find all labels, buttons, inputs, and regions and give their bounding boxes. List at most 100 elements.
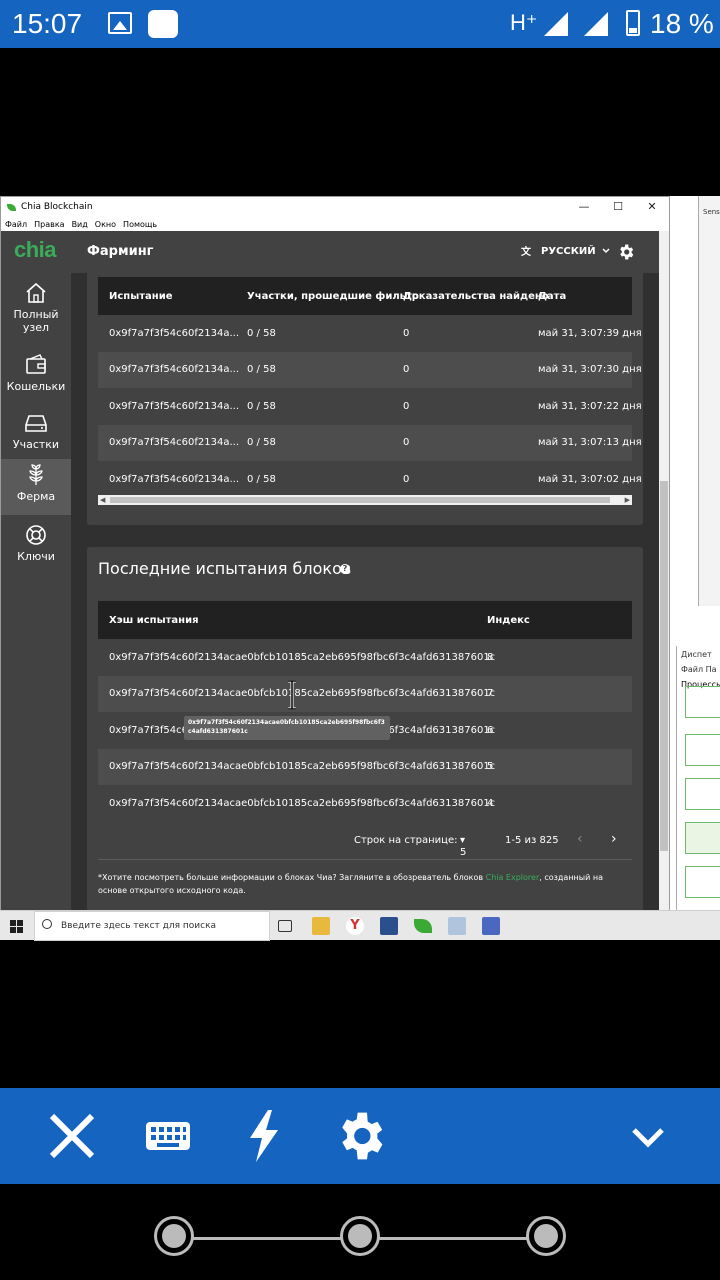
horizontal-scrollbar[interactable]: ◀ ▶: [98, 495, 632, 505]
lifebuoy-icon: [26, 525, 46, 545]
close-button[interactable]: ✕: [635, 197, 669, 217]
table-row: 0x9f7a7f3f54c60f2134acae0bfcb10185ca2eb6…: [98, 639, 632, 676]
chevron-down-icon[interactable]: [620, 1108, 676, 1164]
app-notification-icon: [148, 10, 178, 38]
remote-desktop: Sens Диспет Файл Па Процессы Chia Blockc…: [0, 196, 720, 941]
chia-window: Chia Blockchain — ☐ ✕ Файл Правка Вид Ок…: [0, 196, 670, 910]
sidebar-item-label: Ключи: [17, 550, 55, 563]
challenge-date: май 31, 3:07:30 дня: [538, 364, 642, 376]
sidebar-item-keys[interactable]: Ключи: [1, 523, 71, 579]
help-icon[interactable]: ?: [340, 564, 350, 574]
sidebar-item-wallets[interactable]: Кошельки: [1, 353, 71, 409]
challenges-table-header: Испытание Участки, прошедшие фильтр Дока…: [98, 277, 632, 315]
menu-help[interactable]: Помощь: [123, 220, 157, 229]
sidebar-item-full-node[interactable]: Полный узел: [1, 281, 71, 345]
app-icon[interactable]: [380, 917, 398, 935]
block-hash: 0x9f7a7f3f54c60f2134acae0bfcb10185ca2eb6…: [109, 761, 496, 773]
challenges-card: Испытание Участки, прошедшие фильтр Дока…: [87, 273, 643, 525]
storage-icon: [25, 415, 47, 432]
nav-recents-button[interactable]: [526, 1216, 566, 1256]
chia-logo: chia: [14, 237, 57, 262]
chevron-down-icon: [602, 248, 610, 254]
table-row: 0x9f7a7f3f54c60f2134acae0bfcb10185ca2eb6…: [98, 675, 632, 712]
rows-per-page-select[interactable]: 5 ▾: [460, 835, 466, 858]
svg-text:文: 文: [521, 245, 532, 257]
task-view-icon[interactable]: [278, 920, 292, 932]
next-page-icon[interactable]: ›: [611, 831, 617, 847]
side-window-label: Sens: [703, 208, 720, 216]
challenge-hash: 0x9f7a7f3f54c60f2134a...: [109, 400, 239, 412]
chia-leaf-icon: [7, 203, 16, 211]
search-icon: [42, 919, 52, 929]
minimize-button[interactable]: —: [567, 197, 601, 217]
side-window-sensors[interactable]: Sens: [698, 196, 720, 606]
plots-passed: 0 / 58: [247, 364, 276, 376]
prev-page-icon[interactable]: ‹: [577, 831, 583, 847]
nav-back-button[interactable]: [154, 1216, 194, 1256]
remote-toolbar: [0, 1088, 720, 1184]
challenge-date: май 31, 3:07:39 дня: [538, 327, 642, 339]
language-label: РУССКИЙ: [541, 245, 596, 257]
yandex-browser-icon[interactable]: Y: [346, 917, 364, 935]
keyboard-icon[interactable]: [140, 1108, 196, 1164]
lightning-icon[interactable]: [236, 1108, 292, 1164]
settings-icon[interactable]: [332, 1108, 388, 1164]
farm-content: Испытание Участки, прошедшие фильтр Дока…: [71, 273, 659, 910]
table-row: 0x9f7a7f3f54c60f2134acae0bfcb10185ca2eb6…: [98, 785, 632, 822]
page-title: Фарминг: [87, 244, 154, 259]
block-index: 6: [487, 724, 494, 736]
task-manager-title: Диспет: [681, 650, 712, 659]
page-range: 1-5 из 825: [505, 835, 559, 846]
nav-home-button[interactable]: [340, 1216, 380, 1256]
menu-file[interactable]: Файл: [5, 220, 27, 229]
signal-icon: [544, 12, 568, 36]
remote-app-icon[interactable]: [482, 917, 500, 935]
menu-edit[interactable]: Правка: [34, 220, 64, 229]
search-placeholder: Введите здесь текст для поиска: [61, 921, 217, 931]
table-row: 0x9f7a7f3f54c60f2134a... 0 / 58 0 май 31…: [98, 351, 642, 388]
task-manager-taskbar-icon[interactable]: [448, 917, 466, 935]
scrollbar-thumb[interactable]: [110, 497, 610, 503]
menu-bar: Файл Правка Вид Окно Помощь: [1, 217, 669, 231]
col-challenge: Испытание: [109, 290, 173, 302]
file-explorer-icon[interactable]: [312, 917, 330, 935]
window-title-bar[interactable]: Chia Blockchain — ☐ ✕: [1, 197, 669, 217]
challenge-hash: 0x9f7a7f3f54c60f2134a...: [109, 473, 239, 485]
chia-explorer-link[interactable]: Chia Explorer: [486, 873, 540, 882]
scroll-left-icon[interactable]: ◀: [100, 496, 105, 504]
proofs-found: 0: [403, 473, 410, 485]
close-icon[interactable]: [44, 1108, 100, 1164]
network-graph: [685, 822, 720, 854]
memory-graph: [685, 734, 720, 766]
vertical-scrollbar[interactable]: [659, 231, 669, 910]
scroll-right-icon[interactable]: ▶: [625, 496, 630, 504]
challenge-hash: 0x9f7a7f3f54c60f2134a...: [109, 364, 239, 376]
sidebar-item-label: Участки: [12, 438, 60, 451]
menu-view[interactable]: Вид: [72, 220, 88, 229]
menu-window[interactable]: Окно: [95, 220, 116, 229]
side-window-task-manager[interactable]: Диспет Файл Па Процессы: [676, 646, 720, 910]
block-index: 8: [487, 651, 494, 663]
settings-gear-icon[interactable]: [617, 243, 635, 261]
chia-taskbar-icon[interactable]: [414, 919, 432, 933]
maximize-button[interactable]: ☐: [601, 197, 635, 217]
challenge-hash: 0x9f7a7f3f54c60f2134a...: [109, 437, 239, 449]
scrollbar-thumb[interactable]: [660, 481, 668, 851]
gallery-notification-icon: [108, 12, 132, 34]
proofs-found: 0: [403, 364, 410, 376]
taskbar-search-input[interactable]: Введите здесь текст для поиска: [34, 911, 270, 941]
sidebar-item-farm[interactable]: Ферма: [1, 459, 71, 515]
block-hash: 0x9f7a7f3f54c60f2134acae0bfcb10185ca2eb6…: [109, 688, 496, 700]
col-plots-passed: Участки, прошедшие фильтр: [247, 290, 419, 302]
rows-per-page-value: 5: [460, 847, 467, 858]
language-selector[interactable]: 文 РУССКИЙ: [521, 245, 610, 257]
plots-passed: 0 / 58: [247, 327, 276, 339]
status-time: 15:07: [12, 8, 83, 39]
proofs-found: 0: [403, 437, 410, 449]
disk-graph: [685, 778, 720, 810]
sidebar-item-label: Кошельки: [6, 380, 66, 393]
sidebar: Полный узел Кошельки Участки Ферма Ключи: [1, 273, 71, 910]
android-status-bar: 15:07 H⁺ 18 %: [0, 0, 720, 48]
screen: 15:07 H⁺ 18 % Sens Диспет Файл Па Процес…: [0, 0, 720, 1280]
windows-start-icon[interactable]: [10, 920, 23, 933]
